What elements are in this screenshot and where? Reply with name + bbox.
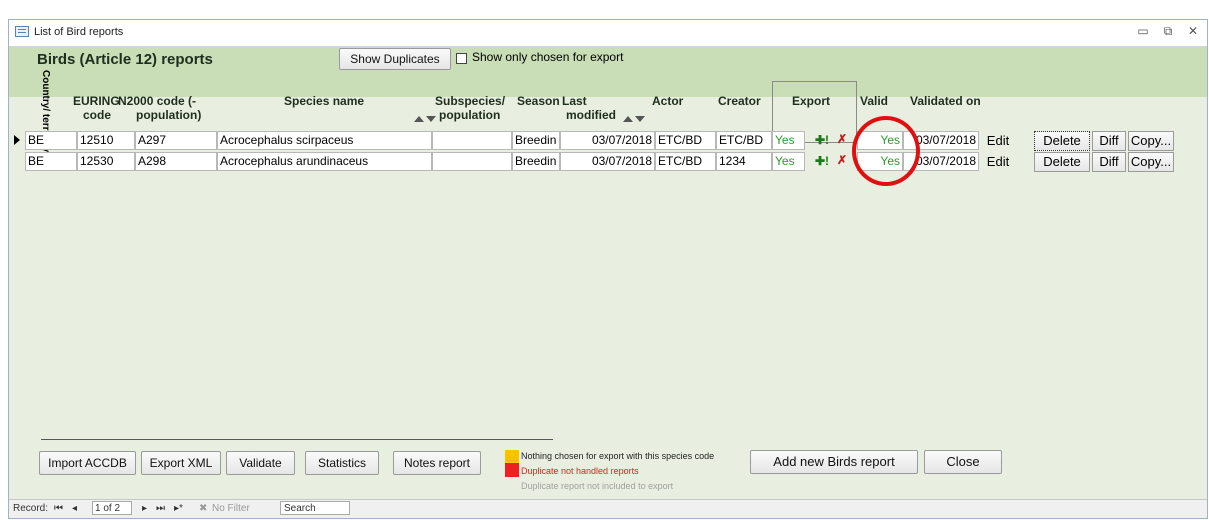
form-header: Birds (Article 12) reports Show Duplicat…	[9, 47, 1207, 97]
cell-subspecies[interactable]	[432, 131, 512, 150]
cell-actor[interactable]: ETC/BD	[655, 152, 716, 171]
window-title: List of Bird reports	[34, 26, 124, 38]
delete-button[interactable]: Delete	[1034, 131, 1090, 151]
col-valid: Valid	[860, 94, 889, 108]
col-validated-on: Validated on	[910, 94, 981, 108]
col-actor: Actor	[652, 94, 684, 108]
delete-button[interactable]: Delete	[1034, 152, 1090, 172]
record-selector[interactable]	[9, 131, 25, 150]
col-last-2: modified	[566, 108, 616, 122]
cell-actor[interactable]: ETC/BD	[655, 131, 716, 150]
record-position-input[interactable]: 1 of 2	[92, 501, 132, 515]
table-row[interactable]: BE 12510 A297 Acrocephalus scirpaceus Br…	[9, 131, 1209, 151]
cell-country[interactable]: BE	[25, 131, 77, 150]
no-filter-button[interactable]: No Filter	[212, 503, 250, 514]
next-record-icon[interactable]: ▸	[142, 503, 147, 514]
sort-up-icon[interactable]	[414, 116, 424, 122]
add-export-icon[interactable]: ✚!	[815, 154, 829, 168]
cell-n2000[interactable]: A297	[135, 131, 217, 150]
species-sort-arrows[interactable]	[414, 111, 440, 125]
record-navigation-bar: Record: ⏮ ◂ 1 of 2 ▸ ⏭ ▸* ✖ No Filter Se…	[9, 499, 1207, 518]
cell-euring[interactable]: 12530	[77, 152, 135, 171]
edit-button[interactable]: Edit	[981, 131, 1015, 151]
current-record-icon	[14, 135, 20, 145]
cell-n2000[interactable]: A298	[135, 152, 217, 171]
minimize-icon[interactable]: ▭	[1134, 24, 1152, 38]
last-record-icon[interactable]: ⏭	[156, 503, 165, 514]
validate-button[interactable]: Validate	[226, 451, 295, 475]
legend-duplicate-not-included: Duplicate report not included to export	[521, 481, 674, 491]
show-duplicates-button[interactable]: Show Duplicates	[339, 48, 451, 70]
table-row[interactable]: BE 12530 A298 Acrocephalus arundinaceus …	[9, 152, 1209, 172]
col-season: Season	[517, 94, 560, 108]
remove-export-icon[interactable]: ✗	[837, 132, 847, 146]
form-icon	[15, 26, 29, 37]
legend-swatch-duplicate	[505, 463, 519, 477]
previous-record-icon[interactable]: ◂	[72, 503, 77, 514]
diff-button[interactable]: Diff	[1092, 152, 1126, 172]
legend-swatch-nothing-chosen	[505, 450, 519, 464]
cell-last-modified[interactable]: 03/07/2018	[560, 131, 655, 150]
col-last-1: Last	[562, 94, 587, 108]
show-only-chosen-checkbox[interactable]	[456, 53, 467, 64]
last-modified-sort-arrows[interactable]	[623, 111, 649, 125]
close-button[interactable]: Close	[924, 450, 1002, 474]
cell-creator[interactable]: 1234	[716, 152, 772, 171]
col-subspecies-1: Subspecies/	[435, 94, 506, 108]
record-label: Record:	[13, 503, 49, 514]
cell-country[interactable]: BE	[25, 152, 77, 171]
legend-nothing-chosen: Nothing chosen for export with this spec…	[521, 451, 715, 461]
cell-season[interactable]: Breedin	[512, 131, 560, 150]
statistics-button[interactable]: Statistics	[305, 451, 379, 475]
diff-button[interactable]: Diff	[1092, 131, 1126, 151]
col-subspecies-2: population	[439, 108, 501, 122]
cell-creator[interactable]: ETC/BD	[716, 131, 772, 150]
cell-euring[interactable]: 12510	[77, 131, 135, 150]
cell-season[interactable]: Breedin	[512, 152, 560, 171]
add-export-icon[interactable]: ✚!	[815, 133, 829, 147]
add-new-birds-report-button[interactable]: Add new Birds report	[750, 450, 918, 474]
new-record-icon[interactable]: ▸*	[174, 503, 183, 514]
cell-species[interactable]: Acrocephalus arundinaceus	[217, 152, 432, 171]
col-creator: Creator	[718, 94, 761, 108]
search-input[interactable]: Search	[280, 501, 350, 515]
show-only-chosen-label: Show only chosen for export	[472, 50, 624, 64]
import-accdb-button[interactable]: Import ACCDB	[39, 451, 136, 475]
title-bar: List of Bird reports ▭ ⧉ ✕	[9, 20, 1207, 47]
filter-icon[interactable]: ✖	[199, 503, 207, 514]
bird-reports-window: List of Bird reports ▭ ⧉ ✕ Birds (Articl…	[8, 19, 1208, 519]
close-icon[interactable]: ✕	[1184, 24, 1202, 38]
remove-export-icon[interactable]: ✗	[837, 153, 847, 167]
col-n2000-1: N2000 code (-	[118, 94, 197, 108]
legend-duplicate-not-handled: Duplicate not handled reports	[521, 466, 639, 476]
cell-export[interactable]: Yes	[772, 152, 805, 171]
highlight-circle	[852, 116, 920, 186]
cell-subspecies[interactable]	[432, 152, 512, 171]
sort-down-icon[interactable]	[426, 116, 436, 122]
first-record-icon[interactable]: ⏮	[54, 503, 63, 514]
cell-last-modified[interactable]: 03/07/2018	[560, 152, 655, 171]
col-export: Export	[792, 94, 831, 108]
export-xml-button[interactable]: Export XML	[141, 451, 221, 475]
copy-button[interactable]: Copy...	[1128, 152, 1174, 172]
edit-button[interactable]: Edit	[981, 152, 1015, 172]
record-selector[interactable]	[9, 152, 25, 171]
restore-icon[interactable]: ⧉	[1159, 24, 1177, 39]
cell-species[interactable]: Acrocephalus scirpaceus	[217, 131, 432, 150]
col-n2000-2: population)	[136, 108, 202, 122]
footer-divider	[41, 439, 553, 440]
col-euring-2: code	[83, 108, 112, 122]
sort-up-icon[interactable]	[623, 116, 633, 122]
col-species: Species name	[284, 94, 365, 108]
copy-button[interactable]: Copy...	[1128, 131, 1174, 151]
sort-down-icon[interactable]	[635, 116, 645, 122]
col-euring-1: EURING	[73, 94, 120, 108]
notes-report-button[interactable]: Notes report	[393, 451, 481, 475]
cell-export[interactable]: Yes	[772, 131, 805, 150]
page-title: Birds (Article 12) reports	[37, 51, 213, 68]
